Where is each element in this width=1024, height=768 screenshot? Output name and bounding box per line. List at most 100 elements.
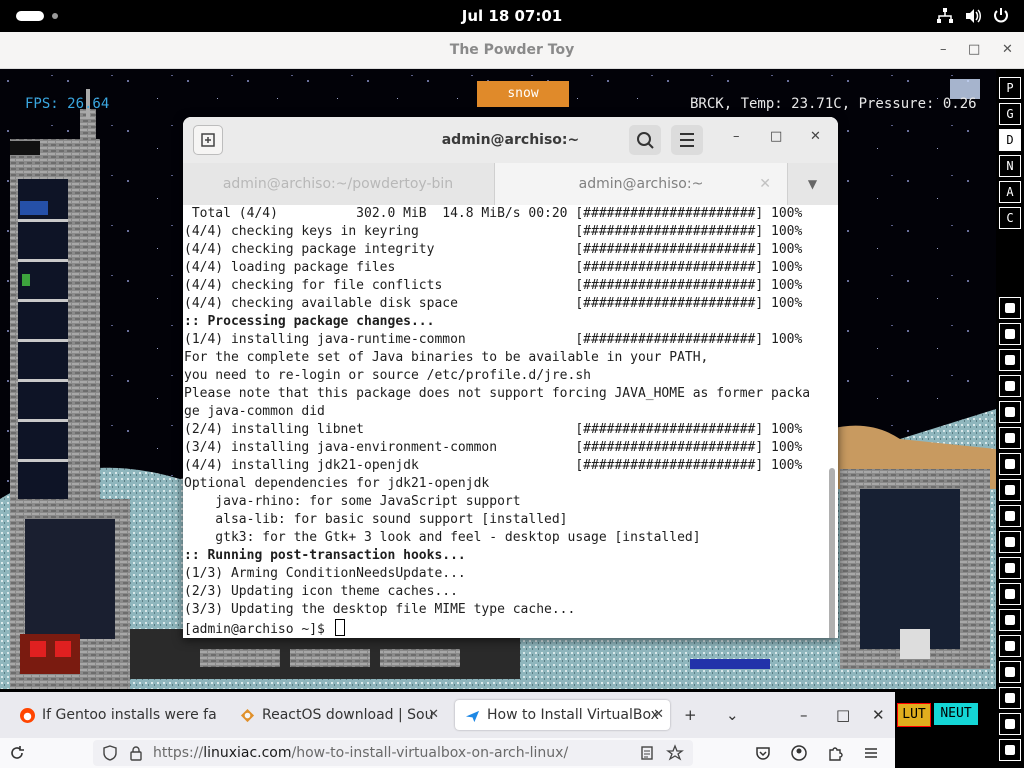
life-category-icon[interactable] xyxy=(999,609,1021,631)
terminal-line-text: (3/3) Updating the desktop file MIME typ… xyxy=(184,602,576,617)
tab-virtualbox[interactable]: How to Install VirtualBox ✕ xyxy=(455,700,670,730)
terminal-line-text: (4/4) checking available disk space [###… xyxy=(184,296,803,311)
tab-label: How to Install VirtualBox xyxy=(487,707,659,723)
maximize-button[interactable]: □ xyxy=(968,32,980,68)
linuxiac-icon xyxy=(465,710,480,723)
search-button[interactable] xyxy=(629,125,661,155)
window-title: The Powder Toy xyxy=(449,42,575,58)
bookmark-star-icon[interactable] xyxy=(666,744,684,762)
menu-button-n[interactable]: N xyxy=(999,155,1021,177)
terminal-output[interactable]: Total (4/4) 302.0 MiB 14.8 MiB/s 00:20 [… xyxy=(183,205,838,638)
favorites-category-icon[interactable] xyxy=(999,661,1021,683)
electronics-category-icon[interactable] xyxy=(999,323,1021,345)
shield-icon[interactable] xyxy=(101,744,119,762)
search-category-icon[interactable] xyxy=(999,713,1021,735)
sensors-category-icon[interactable] xyxy=(999,375,1021,397)
account-icon[interactable] xyxy=(790,744,808,762)
terminal-line: (2/3) Updating icon theme caches... xyxy=(184,583,458,601)
reddit-icon xyxy=(20,708,35,723)
lut-button[interactable]: LUT xyxy=(897,703,931,727)
terminal-line: [admin@archiso ~]$ xyxy=(184,619,345,637)
terminal-line: you need to re-login or source /etc/prof… xyxy=(184,367,591,385)
firefox-window[interactable]: If Gentoo installs were fa ReactOS downl… xyxy=(0,692,895,768)
radioactive-category-icon[interactable] xyxy=(999,557,1021,579)
terminal-maximize-button[interactable]: □ xyxy=(770,129,782,144)
browser-minimize-button[interactable]: – xyxy=(800,700,808,730)
close-tab-icon[interactable]: ✕ xyxy=(428,700,439,730)
power-category-icon[interactable] xyxy=(999,349,1021,371)
close-button[interactable]: ✕ xyxy=(1002,32,1013,68)
url-text[interactable]: https://linuxiac.com/how-to-install-virt… xyxy=(153,740,568,766)
terminal-close-button[interactable]: ✕ xyxy=(810,129,821,144)
new-tab-button[interactable]: + xyxy=(684,700,697,730)
browser-close-button[interactable]: ✕ xyxy=(872,700,885,730)
terminal-line-text: (4/4) installing jdk21-openjdk [########… xyxy=(184,458,803,473)
explosives-category-icon[interactable] xyxy=(999,427,1021,449)
extensions-icon[interactable] xyxy=(826,744,844,762)
tab-home[interactable]: admin@archiso:~ ✕ xyxy=(494,163,788,205)
terminal-line: (2/4) installing libnet [###############… xyxy=(184,421,802,439)
close-tab-icon[interactable]: ✕ xyxy=(759,163,771,205)
tab-powdertoy-bin[interactable]: admin@archiso:~/powdertoy-bin xyxy=(183,163,493,205)
terminal-line: Total (4/4) 302.0 MiB 14.8 MiB/s 00:20 [… xyxy=(184,205,803,223)
terminal-line-text: (4/4) checking package integrity [######… xyxy=(184,242,803,257)
scrollbar[interactable] xyxy=(829,468,835,638)
terminal-line: (4/4) installing jdk21-openjdk [########… xyxy=(184,457,802,475)
solids-category-icon[interactable] xyxy=(999,531,1021,553)
reactos-icon xyxy=(240,708,255,723)
terminal-line-text: (2/4) installing libnet [###############… xyxy=(184,422,803,437)
terminal-line: For the complete set of Java binaries to… xyxy=(184,349,708,367)
tools-category-icon[interactable] xyxy=(999,635,1021,657)
walls-category-icon[interactable] xyxy=(999,297,1021,319)
liquids-category-icon[interactable] xyxy=(999,479,1021,501)
powders-category-icon[interactable] xyxy=(999,505,1021,527)
terminal-line-text: Total (4/4) 302.0 MiB 14.8 MiB/s 00:20 [… xyxy=(184,206,803,221)
fps-readout: FPS: 26.64 xyxy=(25,96,110,112)
terminal-headerbar[interactable]: admin@archiso:~ – □ ✕ xyxy=(183,117,838,163)
list-all-tabs-button[interactable]: ⌄ xyxy=(726,700,739,730)
menu-button-p[interactable]: P xyxy=(999,77,1021,99)
terminal-title: admin@archiso:~ xyxy=(441,132,580,148)
browser-nav-bar: https://linuxiac.com/how-to-install-virt… xyxy=(0,738,895,768)
terminal-line: (4/4) loading package files [###########… xyxy=(184,259,802,277)
hamburger-icon[interactable] xyxy=(862,744,880,762)
decoration-category-icon[interactable] xyxy=(999,687,1021,709)
close-tab-icon[interactable]: ✕ xyxy=(653,700,664,730)
powder-toy-titlebar[interactable]: The Powder Toy – □ ✕ xyxy=(0,32,1024,69)
terminal-line: (4/4) checking available disk space [###… xyxy=(184,295,802,313)
pocket-icon[interactable] xyxy=(754,744,772,762)
terminal-line: (1/4) installing java-runtime-common [##… xyxy=(184,331,802,349)
menu-button-d[interactable]: D xyxy=(999,129,1021,151)
pause-icon[interactable] xyxy=(999,739,1021,761)
minimize-button[interactable]: – xyxy=(940,32,947,68)
terminal-line: java-rhino: for some JavaScript support xyxy=(184,493,520,511)
text-cursor xyxy=(334,619,345,636)
special-category-icon[interactable] xyxy=(999,583,1021,605)
terminal-minimize-button[interactable]: – xyxy=(733,129,740,144)
terminal-line-text: you need to re-login or source /etc/prof… xyxy=(184,368,591,383)
terminal-line-text: (3/4) installing java-environment-common… xyxy=(184,440,803,455)
neut-button[interactable]: NEUT xyxy=(934,703,978,725)
url-bar[interactable]: https://linuxiac.com/how-to-install-virt… xyxy=(93,740,693,766)
system-tray[interactable] xyxy=(936,7,1010,25)
search-icon xyxy=(637,132,654,149)
force-category-icon[interactable] xyxy=(999,401,1021,423)
terminal-line-text: :: Running post-transaction hooks... xyxy=(184,548,466,563)
menu-button-g[interactable]: G xyxy=(999,103,1021,125)
terminal-line-text: (1/3) Arming ConditionNeedsUpdate... xyxy=(184,566,466,581)
terminal-window[interactable]: admin@archiso:~ – □ ✕ admin@archiso:~/po… xyxy=(183,117,838,638)
gases-category-icon[interactable] xyxy=(999,453,1021,475)
tab-overview-dropdown[interactable]: ▼ xyxy=(787,163,838,205)
menu-button-c[interactable]: C xyxy=(999,207,1021,229)
clock[interactable]: Jul 18 07:01 xyxy=(0,0,1024,32)
browser-maximize-button[interactable]: □ xyxy=(836,700,850,730)
menu-button-a[interactable]: A xyxy=(999,181,1021,203)
hamburger-menu-button[interactable] xyxy=(671,125,703,155)
reader-view-icon[interactable] xyxy=(638,744,656,762)
terminal-line-text: (4/4) loading package files [###########… xyxy=(184,260,803,275)
element-menu-sidebar: P G D N A C xyxy=(996,69,1024,768)
lock-icon[interactable] xyxy=(127,744,145,762)
tab-gentoo[interactable]: If Gentoo installs were fa xyxy=(10,700,220,730)
tab-reactos[interactable]: ReactOS download | Sou ✕ xyxy=(230,700,445,730)
reload-icon[interactable] xyxy=(8,744,26,762)
